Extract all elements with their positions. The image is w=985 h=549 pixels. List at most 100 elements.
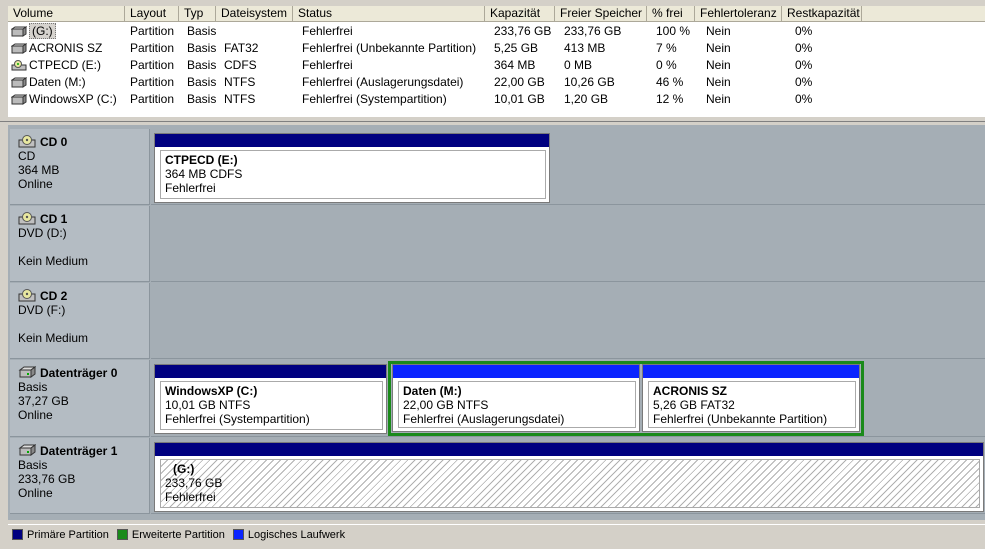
column-header-restkapazitaet[interactable]: Restkapazität [782,6,862,22]
disk-type: Basis [18,380,48,394]
primary-partition-bar [155,443,983,456]
volume-cell-fs: NTFS [224,75,256,89]
volume-name: ACRONIS SZ [29,41,103,55]
volume-row[interactable]: CTPECD (E:) Partition Basis CDFS Fehlerfrei 3… [8,57,985,74]
volume-name: WindowsXP (C:) [29,92,117,106]
volume-cell-volume: ACRONIS SZ [8,40,125,57]
disk-row-disk0: Datenträger 0 Basis 37,27 GB Online Wind… [10,360,985,437]
volume-row[interactable]: WindowsXP (C:) Partition Basis NTFS Fehlerfr… [8,91,985,108]
hard-drive-icon [11,43,27,54]
hard-drive-icon [11,26,27,37]
partition-g[interactable]: (G:) 233,76 GB Fehlerfrei [154,442,984,512]
volume-cell-status: Fehlerfrei (Auslagerungsdatei) [302,75,464,89]
disk-name: CD 1 [18,212,141,226]
disk-type: DVD (D:) [18,226,67,240]
volume-cell-fs: CDFS [224,58,257,72]
volume-cell-rest: 0% [795,58,813,72]
volume-cell-frei: 413 MB [564,41,606,55]
legend: Primäre Partition Erweiterte Partition L… [8,524,985,544]
disk-partitions-disk1: (G:) 233,76 GB Fehlerfrei [151,438,985,514]
volume-cell-layout: Partition [130,24,175,38]
volume-cell-pfrei: 12 % [656,92,684,106]
column-header-dateisystem[interactable]: Dateisystem [216,6,293,22]
hard-drive-icon [18,444,36,456]
volume-cell-kapazitaet: 22,00 GB [494,75,545,89]
disk-status: Online [18,177,53,191]
disk-label-cd0[interactable]: CD 0 CD 364 MB Online [10,129,150,205]
legend-swatch-logical [232,529,244,540]
volume-cell-kapazitaet: 233,76 GB [494,24,552,38]
disk-label-cd2[interactable]: CD 2 DVD (F:) Kein Medium [10,283,150,359]
cd-drive-icon [18,135,36,148]
legend-label: Logisches Laufwerk [247,528,346,541]
volume-row[interactable]: ACRONIS SZ Partition Basis FAT32 Fehlerfrei … [8,40,985,57]
column-header-freier-speicher[interactable]: Freier Speicher [555,6,647,22]
volume-cell-rest: 0% [795,75,813,89]
pane-splitter[interactable] [0,118,985,122]
volume-cell-volume: (G:) [8,23,125,40]
volume-row[interactable]: Daten (M:) Partition Basis NTFS Fehlerfrei (… [8,74,985,91]
disk-label-disk1[interactable]: Datenträger 1 Basis 233,76 GB Online [10,438,150,514]
column-header-volume[interactable]: Volume [8,6,125,22]
volume-cell-volume: Daten (M:) [8,74,125,91]
disk-type: DVD (F:) [18,303,66,317]
partition-size: 5,26 GB FAT32 [653,398,735,412]
disk-partitions-disk0: WindowsXP (C:) 10,01 GB NTFS Fehlerfrei … [151,360,985,437]
disk-name-text: Datenträger 1 [40,444,118,458]
column-header-typ[interactable]: Typ [179,6,216,22]
disk-status: Kein Medium [18,254,89,268]
partition-size: 364 MB CDFS [165,167,243,181]
volume-cell-layout: Partition [130,41,175,55]
column-header-status[interactable]: Status [293,6,485,22]
column-header-filler [862,6,985,22]
hard-drive-icon [11,94,27,105]
disk-label-disk0[interactable]: Datenträger 0 Basis 37,27 GB Online [10,360,150,437]
disk-row-disk1: Datenträger 1 Basis 233,76 GB Online (G:… [10,438,985,514]
volume-cell-fehlertoleranz: Nein [706,41,731,55]
disk-label-cd1[interactable]: CD 1 DVD (D:) Kein Medium [10,206,150,282]
volume-row[interactable]: (G:) Partition Basis Fehlerfrei 233,76 GB 233… [8,23,985,40]
volume-cell-pfrei: 0 % [656,58,677,72]
volume-cell-rest: 0% [795,41,813,55]
disk-status: Online [18,486,53,500]
disk-status: Online [18,408,53,422]
partition-body: Daten (M:) 22,00 GB NTFS Fehlerfrei (Aus… [398,381,636,428]
partition-acronis[interactable]: ACRONIS SZ 5,26 GB FAT32 Fehlerfrei (Unb… [642,364,860,432]
disk-status: Kein Medium [18,331,89,345]
disk-type: Basis [18,458,48,472]
partition-size: 10,01 GB NTFS [165,398,251,412]
volume-cell-layout: Partition [130,58,175,72]
column-header-kapazitaet[interactable]: Kapazität [485,6,555,22]
disk-size [18,240,141,254]
volume-cell-status: Fehlerfrei [302,58,353,72]
legend-swatch-extended [116,529,128,540]
volume-list[interactable]: Volume Layout Typ Dateisystem Status Kap… [8,6,985,117]
disk-size: 233,76 GB [18,472,76,486]
partition-name: WindowsXP (C:) [165,384,258,398]
volume-cell-pfrei: 46 % [656,75,684,89]
logical-drive-bar [393,365,639,378]
partition-daten[interactable]: Daten (M:) 22,00 GB NTFS Fehlerfrei (Aus… [392,364,640,432]
disk-row-cd1: CD 1 DVD (D:) Kein Medium [10,206,985,282]
volume-cell-kapazitaet: 10,01 GB [494,92,545,106]
volume-cell-volume: WindowsXP (C:) [8,91,125,108]
column-header-prozent-frei[interactable]: % frei [647,6,695,22]
partition-windowsxp[interactable]: WindowsXP (C:) 10,01 GB NTFS Fehlerfrei … [154,364,387,434]
partition-ctpecd[interactable]: CTPECD (E:) 364 MB CDFS Fehlerfrei [154,133,550,203]
partition-name: (G:) [173,462,195,476]
disk-name: CD 0 [18,135,141,149]
partition-name: Daten (M:) [403,384,462,398]
column-header-layout[interactable]: Layout [125,6,179,22]
cd-drive-icon [11,60,27,71]
disk-row-cd0: CD 0 CD 364 MB Online CTPECD (E:) 364 MB… [10,129,985,205]
volume-cell-typ: Basis [187,92,217,106]
partition-status: Fehlerfrei (Systempartition) [165,412,310,426]
volume-cell-rest: 0% [795,92,813,106]
partition-status: Fehlerfrei [165,490,216,504]
volume-cell-layout: Partition [130,75,175,89]
volume-cell-kapazitaet: 5,25 GB [494,41,539,55]
volume-cell-fehlertoleranz: Nein [706,92,731,106]
column-header-fehlertoleranz[interactable]: Fehlertoleranz [695,6,782,22]
legend-item-logical: Logisches Laufwerk [232,528,346,541]
logical-drive-bar [643,365,859,378]
